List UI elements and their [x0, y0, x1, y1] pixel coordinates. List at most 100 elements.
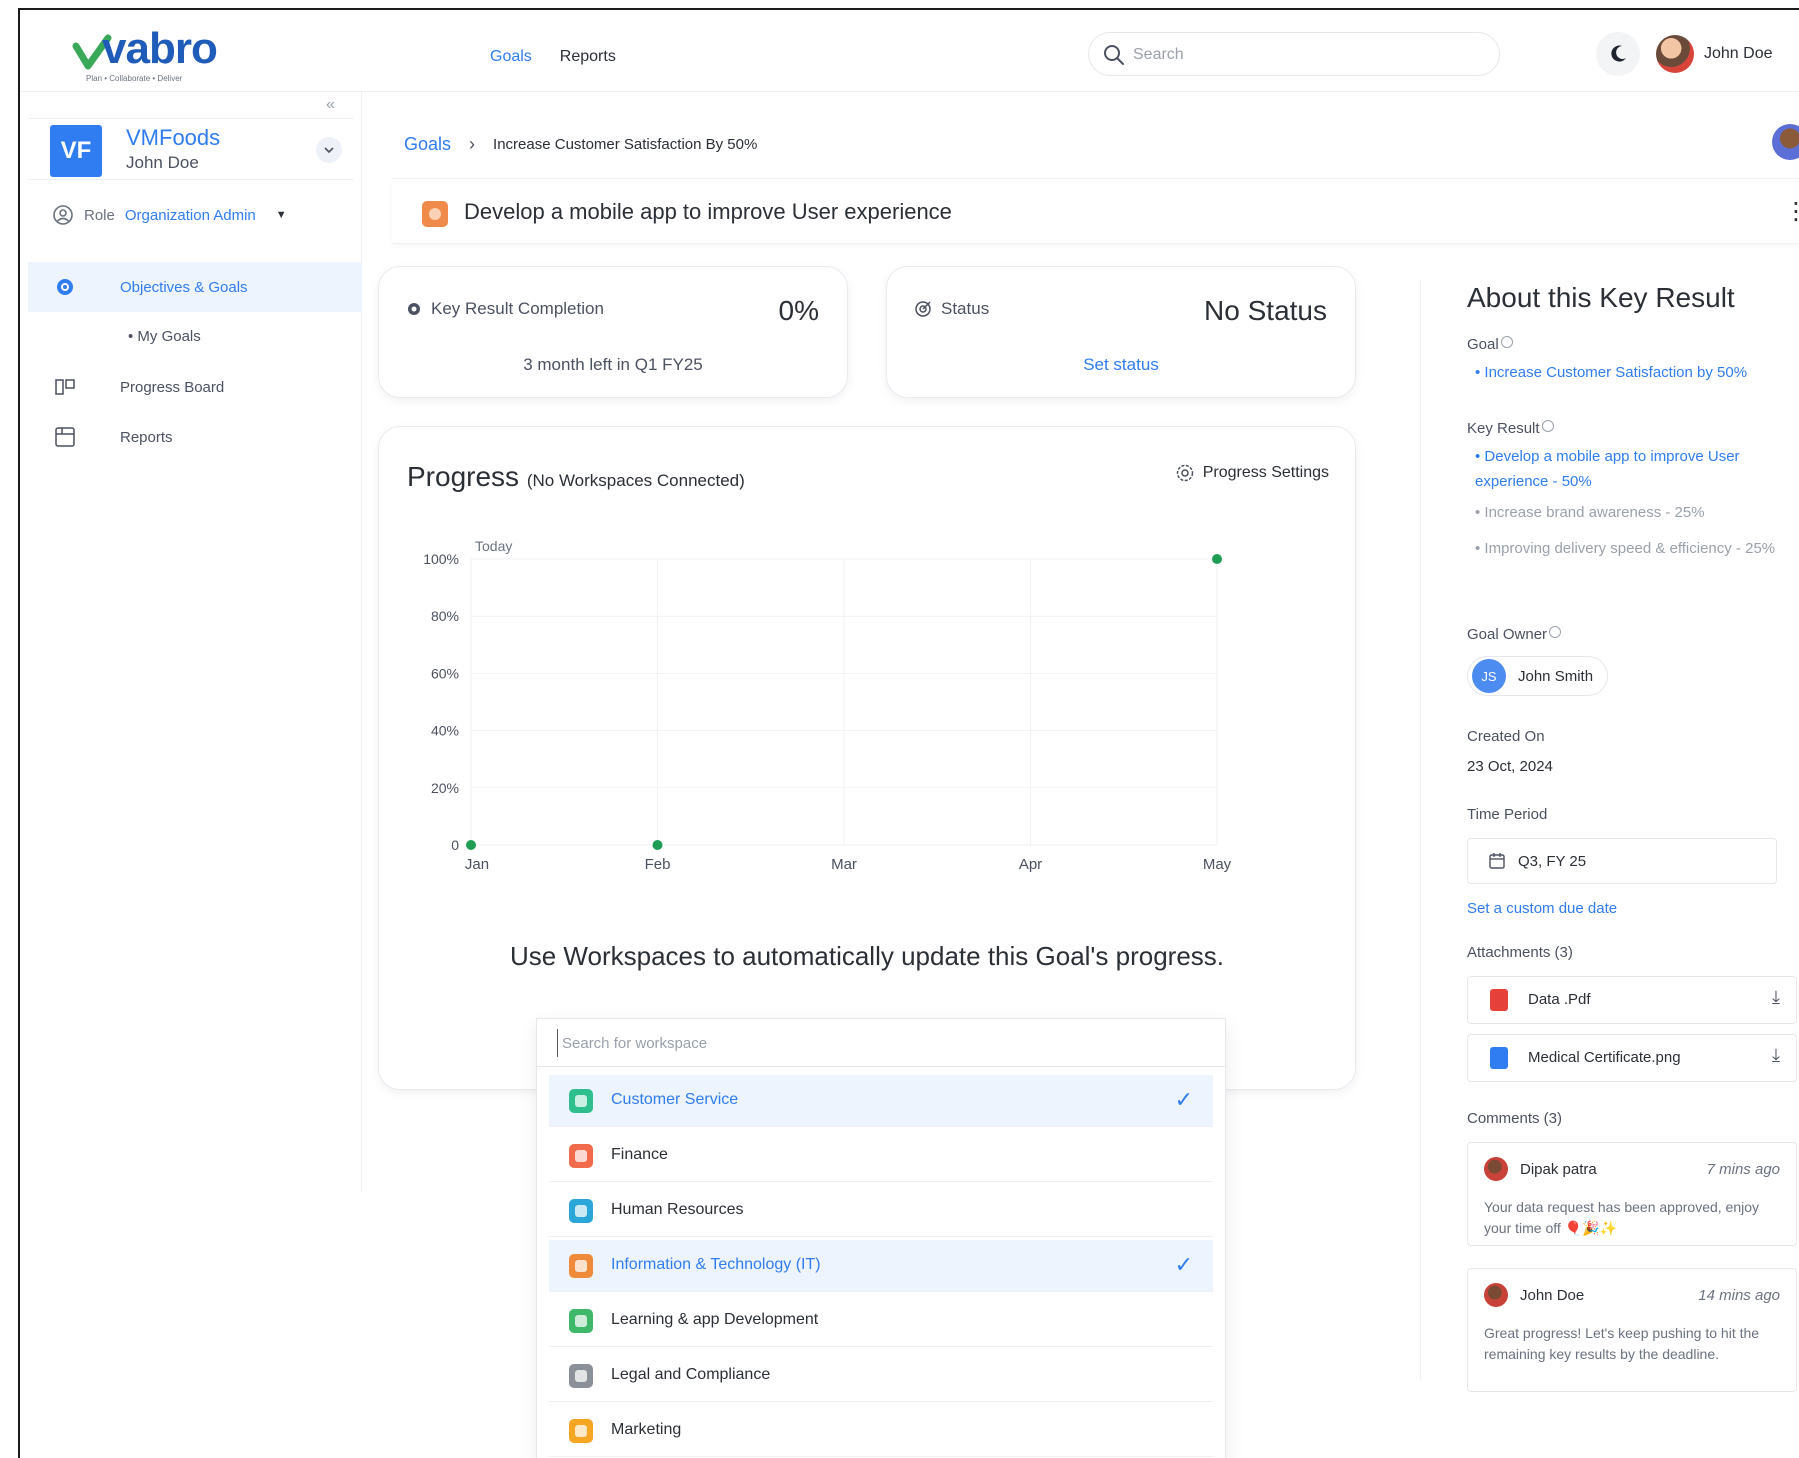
- workspace-option[interactable]: Learning & app Development: [549, 1295, 1213, 1347]
- goal-link[interactable]: • Increase Customer Satisfaction by 50%: [1475, 360, 1747, 385]
- sidebar-item-label: Progress Board: [120, 378, 225, 396]
- top-nav-goals[interactable]: Goals: [490, 48, 532, 66]
- global-search: [1088, 32, 1500, 76]
- pdf-file-icon: [1490, 989, 1508, 1011]
- progress-subtitle: (No Workspaces Connected): [526, 471, 745, 490]
- breadcrumb: Goals › Increase Customer Satisfaction B…: [404, 134, 757, 155]
- top-nav: Goals Reports: [490, 48, 616, 66]
- workspace-option-label: Learning & app Development: [611, 1311, 819, 1328]
- y-tick-label: 0: [451, 837, 459, 853]
- more-vertical-icon[interactable]: ⋮: [1784, 197, 1799, 226]
- workspace-option-label: Legal and Compliance: [611, 1366, 771, 1383]
- workspace-cta-text: Use Workspaces to automatically update t…: [509, 941, 1225, 971]
- status-value: No Status: [1204, 295, 1327, 326]
- workspace-icon: [569, 1144, 593, 1168]
- status-label: Status: [941, 299, 990, 318]
- comment-item: Dipak patra 7 mins ago Your data request…: [1467, 1142, 1797, 1246]
- workspace-option[interactable]: Marketing: [549, 1405, 1213, 1457]
- workspace-search: [537, 1019, 1225, 1067]
- download-icon[interactable]: ⤓: [1772, 1045, 1780, 1066]
- settings-gear-icon: [1176, 464, 1193, 482]
- x-tick-label: Mar: [831, 856, 857, 873]
- time-period-field[interactable]: Q3, FY 25: [1467, 838, 1777, 884]
- collapse-sidebar-icon[interactable]: «: [326, 96, 335, 114]
- download-icon[interactable]: ⤓: [1772, 987, 1780, 1008]
- workspace-icon: [569, 1254, 593, 1278]
- owner-avatar: JS: [1472, 659, 1506, 693]
- today-label: Today: [475, 538, 512, 554]
- data-point: [652, 840, 663, 850]
- created-on-value: 23 Oct, 2024: [1467, 758, 1553, 775]
- key-result-link-current[interactable]: • Develop a mobile app to improve User e…: [1475, 444, 1795, 494]
- collaborator-avatar[interactable]: [1772, 124, 1799, 160]
- completion-subtext: 3 month left in Q1 FY25: [523, 355, 703, 374]
- progress-settings-button[interactable]: Progress Settings: [1175, 463, 1329, 483]
- status-card: Status No Status Set status: [886, 266, 1356, 398]
- workspace-option-label: Customer Service: [611, 1091, 739, 1108]
- attachments-label: Attachments (3): [1467, 944, 1573, 961]
- key-result-link[interactable]: • Increase brand awareness - 25%: [1475, 500, 1785, 525]
- sidebar-item-label: Objectives & Goals: [120, 278, 248, 296]
- y-tick-label: 60%: [431, 665, 459, 681]
- sidebar-item-objectives-goals[interactable]: Objectives & Goals: [28, 262, 362, 312]
- owner-name: John Smith: [1518, 667, 1594, 685]
- custom-due-date-link[interactable]: Set a custom due date: [1467, 896, 1617, 921]
- search-input[interactable]: [1133, 41, 1473, 69]
- completion-value: 0%: [778, 295, 819, 326]
- data-point: [466, 840, 476, 850]
- chevron-down-icon[interactable]: [316, 137, 342, 163]
- created-on-label: Created On: [1467, 728, 1545, 745]
- org-badge: VF: [50, 125, 102, 177]
- workspace-option[interactable]: Finance: [549, 1130, 1213, 1182]
- progress-card: Progress (No Workspaces Connected) Progr…: [378, 426, 1356, 1090]
- role-selector[interactable]: Role Organization Admin ▼: [52, 204, 287, 226]
- set-status-link[interactable]: Set status: [887, 355, 1355, 375]
- page-title: Develop a mobile app to improve User exp…: [464, 199, 952, 224]
- top-nav-reports[interactable]: Reports: [560, 48, 616, 66]
- breadcrumb-current: Increase Customer Satisfaction By 50%: [493, 136, 758, 153]
- about-title: About this Key Result: [1467, 282, 1735, 313]
- progress-heading: Progress (No Workspaces Connected): [407, 461, 745, 493]
- workspace-option-label: Human Resources: [611, 1201, 744, 1218]
- top-bar: vabro Plan • Collaborate • Deliver Goals…: [20, 10, 1799, 92]
- attachment-item[interactable]: Data .Pdf ⤓: [1467, 976, 1797, 1024]
- y-tick-label: 40%: [431, 723, 459, 739]
- progress-chart: 0 20% 40% 60% 80% 100% Jan Feb Mar Apr May Today: [423, 538, 1232, 873]
- workspace-option-label: Information & Technology (IT): [611, 1256, 821, 1273]
- bullet: •: [128, 328, 138, 345]
- x-tick-label: May: [1203, 856, 1232, 873]
- workspace-search-input[interactable]: [557, 1029, 1197, 1057]
- sidebar-item-reports[interactable]: Reports: [28, 412, 362, 462]
- user-menu[interactable]: John Doe: [1656, 32, 1773, 76]
- org-switcher[interactable]: VF VMFoods John Doe: [28, 118, 354, 180]
- goal-label: Goal: [1467, 336, 1513, 353]
- x-tick-label: Jan: [465, 856, 489, 873]
- workspace-option[interactable]: Legal and Compliance: [549, 1350, 1213, 1402]
- workspace-option-label: Finance: [611, 1146, 668, 1163]
- x-tick-label: Feb: [645, 856, 671, 873]
- theme-toggle-button[interactable]: [1596, 32, 1640, 76]
- logo-tagline: Plan • Collaborate • Deliver: [86, 74, 183, 83]
- search-icon: [1104, 45, 1124, 65]
- info-icon: [1541, 420, 1554, 432]
- user-avatar: [1656, 35, 1694, 73]
- sidebar-item-my-goals[interactable]: • My Goals: [128, 328, 201, 345]
- sidebar: « VF VMFoods John Doe Role Organization …: [28, 92, 362, 1192]
- workspace-option[interactable]: Information & Technology (IT) ✓: [549, 1240, 1213, 1292]
- sidebar-item-progress-board[interactable]: Progress Board: [28, 362, 362, 412]
- goal-owner-chip[interactable]: JS John Smith: [1467, 656, 1609, 696]
- key-result-link[interactable]: • Improving delivery speed & efficiency …: [1475, 536, 1785, 561]
- attachment-item[interactable]: Medical Certificate.png ⤓: [1467, 1034, 1797, 1082]
- workspace-option[interactable]: Human Resources: [549, 1185, 1213, 1237]
- breadcrumb-goals-link[interactable]: Goals: [404, 134, 451, 155]
- workspace-option-label: Marketing: [611, 1421, 682, 1438]
- gear-icon: [408, 303, 420, 315]
- completion-title: Key Result Completion: [405, 299, 604, 319]
- key-result-label: Key Result: [1467, 420, 1554, 437]
- comments-label: Comments (3): [1467, 1110, 1563, 1127]
- vabro-logo[interactable]: vabro Plan • Collaborate • Deliver: [72, 24, 262, 83]
- check-icon: ✓: [1174, 1087, 1193, 1112]
- workspace-option[interactable]: Customer Service ✓: [549, 1075, 1213, 1127]
- status-target-icon: [915, 301, 931, 317]
- y-tick-label: 80%: [431, 608, 459, 624]
